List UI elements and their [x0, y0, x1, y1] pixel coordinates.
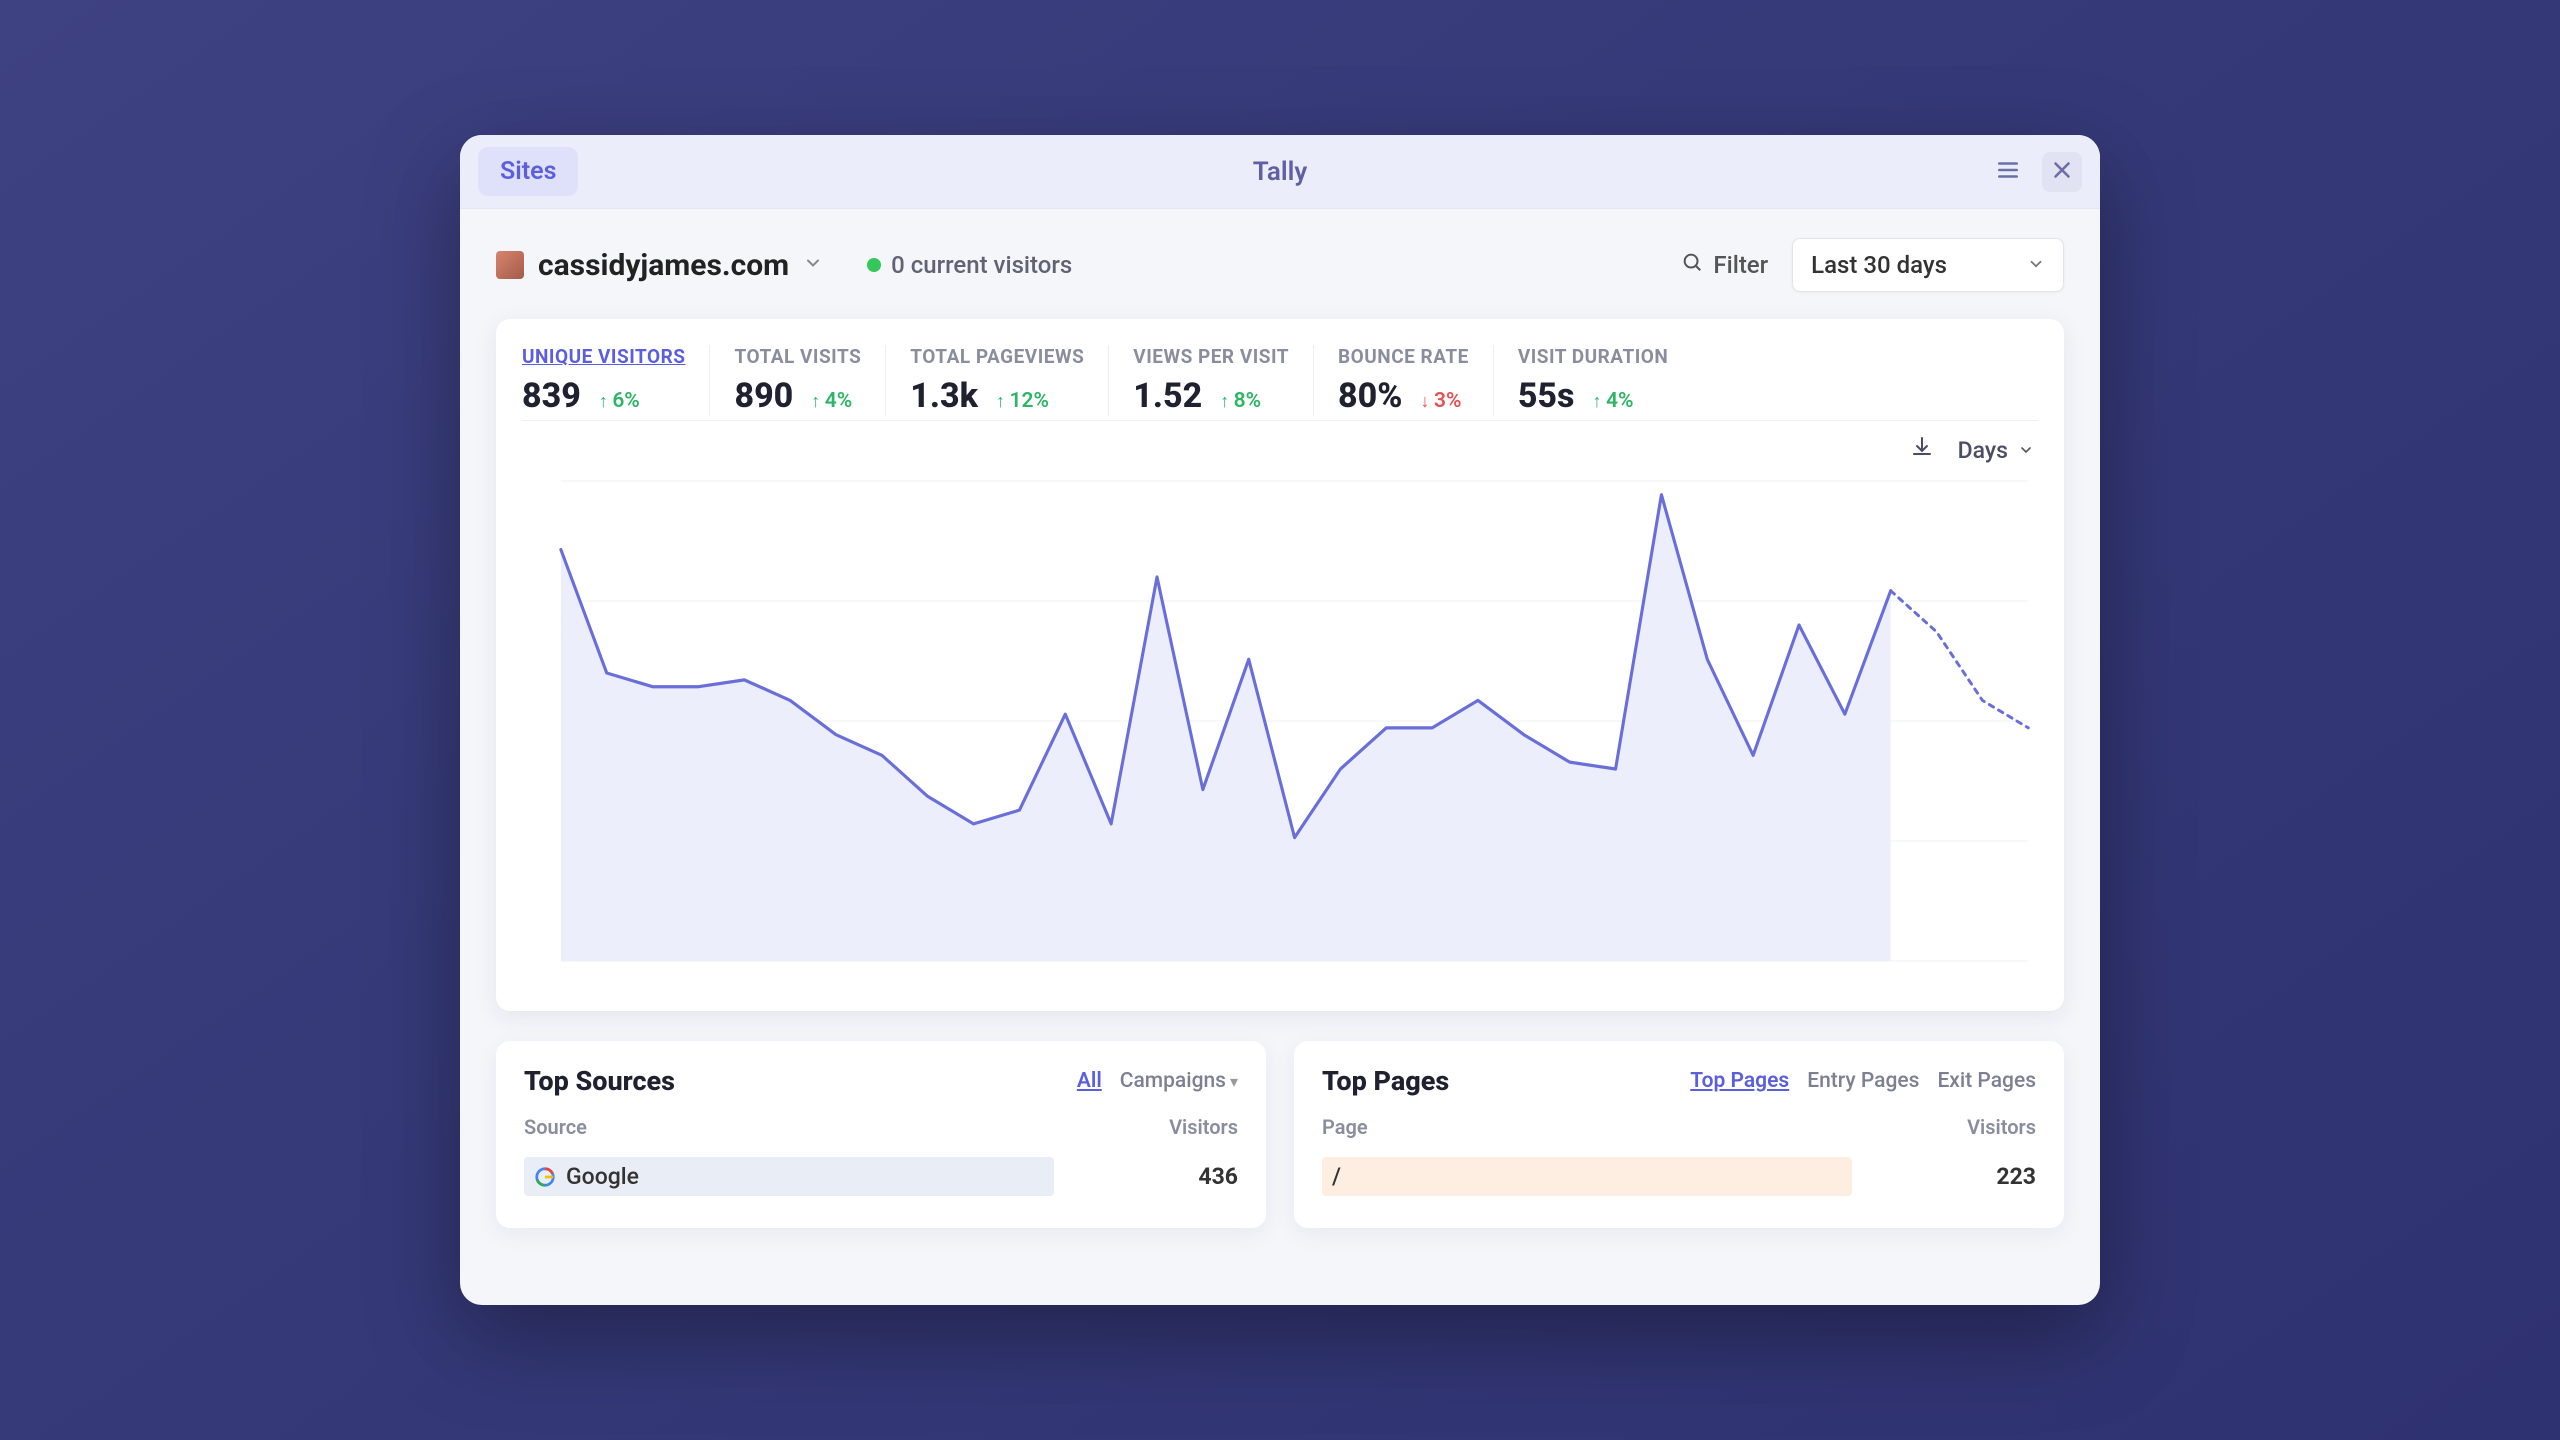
site-favicon	[496, 251, 524, 279]
header-actions: Filter Last 30 days	[1681, 238, 2064, 292]
chevron-down-icon	[2018, 437, 2034, 464]
chart-card: UNIQUE VISITORS8396%TOTAL VISITS8904%TOT…	[496, 319, 2064, 1011]
tab-top-pages[interactable]: Top Pages	[1690, 1069, 1789, 1093]
metric-label: VISIT DURATION	[1518, 345, 1668, 368]
col-label-visitors: Visitors	[1169, 1115, 1238, 1139]
live-visitors[interactable]: 0 current visitors	[867, 251, 1072, 279]
metrics-row: UNIQUE VISITORS8396%TOTAL VISITS8904%TOT…	[522, 345, 2038, 421]
google-icon	[534, 1166, 556, 1188]
table-row[interactable]: Google 436	[524, 1149, 1238, 1204]
site-name: cassidyjames.com	[538, 248, 789, 283]
panel-title: Top Sources	[524, 1065, 675, 1097]
row-label: /	[1332, 1163, 1341, 1190]
tab-all[interactable]: All	[1077, 1069, 1102, 1093]
metric-value: 55s	[1518, 376, 1575, 416]
metric-delta: 8%	[1220, 389, 1261, 413]
app-window: Sites Tally cassidyjames	[460, 135, 2100, 1305]
metric-value: 1.52	[1133, 376, 1202, 416]
metric-value: 839	[522, 376, 581, 416]
metric-total-visits[interactable]: TOTAL VISITS 890 4%	[710, 345, 886, 416]
tab-entry-pages[interactable]: Entry Pages	[1807, 1069, 1919, 1093]
metric-label: VIEWS PER VISIT	[1133, 345, 1289, 368]
metric-label: UNIQUE VISITORS	[522, 345, 685, 368]
row-value: 436	[1148, 1163, 1238, 1190]
chevron-down-icon	[803, 253, 823, 277]
filter-label: Filter	[1713, 251, 1768, 279]
metric-total-pageviews[interactable]: TOTAL PAGEVIEWS 1.3k 12%	[886, 345, 1109, 416]
filter-button[interactable]: Filter	[1681, 251, 1768, 279]
download-button[interactable]	[1910, 435, 1934, 465]
metric-bounce-rate[interactable]: BOUNCE RATE 80% 3%	[1314, 345, 1494, 416]
live-visitors-text: 0 current visitors	[891, 251, 1072, 279]
date-range-label: Last 30 days	[1811, 251, 1947, 279]
panel-tabs: Top Pages Entry Pages Exit Pages	[1690, 1069, 2036, 1093]
tab-exit-pages[interactable]: Exit Pages	[1937, 1069, 2036, 1093]
col-label-source: Source	[524, 1115, 587, 1139]
metric-delta: 4%	[1592, 389, 1633, 413]
app-title: Tally	[460, 157, 2100, 187]
metric-label: BOUNCE RATE	[1338, 345, 1469, 368]
header-row: cassidyjames.com 0 current visitors Filt…	[460, 209, 2100, 301]
metric-visit-duration[interactable]: VISIT DURATION 55s 4%	[1494, 345, 1692, 416]
titlebar-actions	[1988, 152, 2082, 192]
metric-delta: 4%	[811, 389, 852, 413]
metric-label: TOTAL PAGEVIEWS	[910, 345, 1084, 368]
metric-value: 80%	[1338, 376, 1402, 416]
metric-delta: 6%	[599, 389, 640, 413]
metric-value: 890	[734, 376, 793, 416]
metric-value: 1.3k	[910, 376, 978, 416]
hamburger-icon	[1995, 157, 2021, 187]
chevron-down-icon	[2027, 251, 2045, 279]
row-label: Google	[566, 1163, 639, 1190]
download-icon	[1910, 435, 1934, 465]
top-sources-panel: Top Sources All Campaigns Source Visitors…	[496, 1041, 1266, 1228]
col-label-page: Page	[1322, 1115, 1368, 1139]
status-dot-icon	[867, 258, 881, 272]
granularity-label: Days	[1958, 437, 2008, 464]
panel-title: Top Pages	[1322, 1065, 1449, 1097]
bottom-row: Top Sources All Campaigns Source Visitors…	[460, 1041, 2100, 1228]
chart-toolbar: Days	[522, 421, 2038, 471]
titlebar: Sites Tally	[460, 135, 2100, 209]
site-selector[interactable]: cassidyjames.com	[496, 248, 823, 283]
tab-campaigns[interactable]: Campaigns	[1120, 1069, 1238, 1093]
col-label-visitors: Visitors	[1967, 1115, 2036, 1139]
table-row[interactable]: / 223	[1322, 1149, 2036, 1204]
panel-rows: / 223	[1322, 1149, 2036, 1204]
metric-views-per-visit[interactable]: VIEWS PER VISIT 1.52 8%	[1109, 345, 1314, 416]
metric-unique-visitors[interactable]: UNIQUE VISITORS 839 6%	[522, 345, 710, 416]
menu-button[interactable]	[1988, 152, 2028, 192]
metric-delta: 12%	[996, 389, 1049, 413]
panel-tabs: All Campaigns	[1077, 1069, 1238, 1093]
date-range-select[interactable]: Last 30 days	[1792, 238, 2064, 292]
sites-button[interactable]: Sites	[478, 147, 578, 196]
metric-label: TOTAL VISITS	[734, 345, 861, 368]
chart-surface	[522, 471, 2038, 1001]
metric-delta: 3%	[1420, 389, 1461, 413]
row-value: 223	[1946, 1163, 2036, 1190]
search-icon	[1681, 251, 1703, 279]
granularity-select[interactable]: Days	[1958, 437, 2034, 464]
panel-rows: Google 436	[524, 1149, 1238, 1204]
close-icon	[2049, 157, 2075, 187]
top-pages-panel: Top Pages Top Pages Entry Pages Exit Pages…	[1294, 1041, 2064, 1228]
close-button[interactable]	[2042, 152, 2082, 192]
